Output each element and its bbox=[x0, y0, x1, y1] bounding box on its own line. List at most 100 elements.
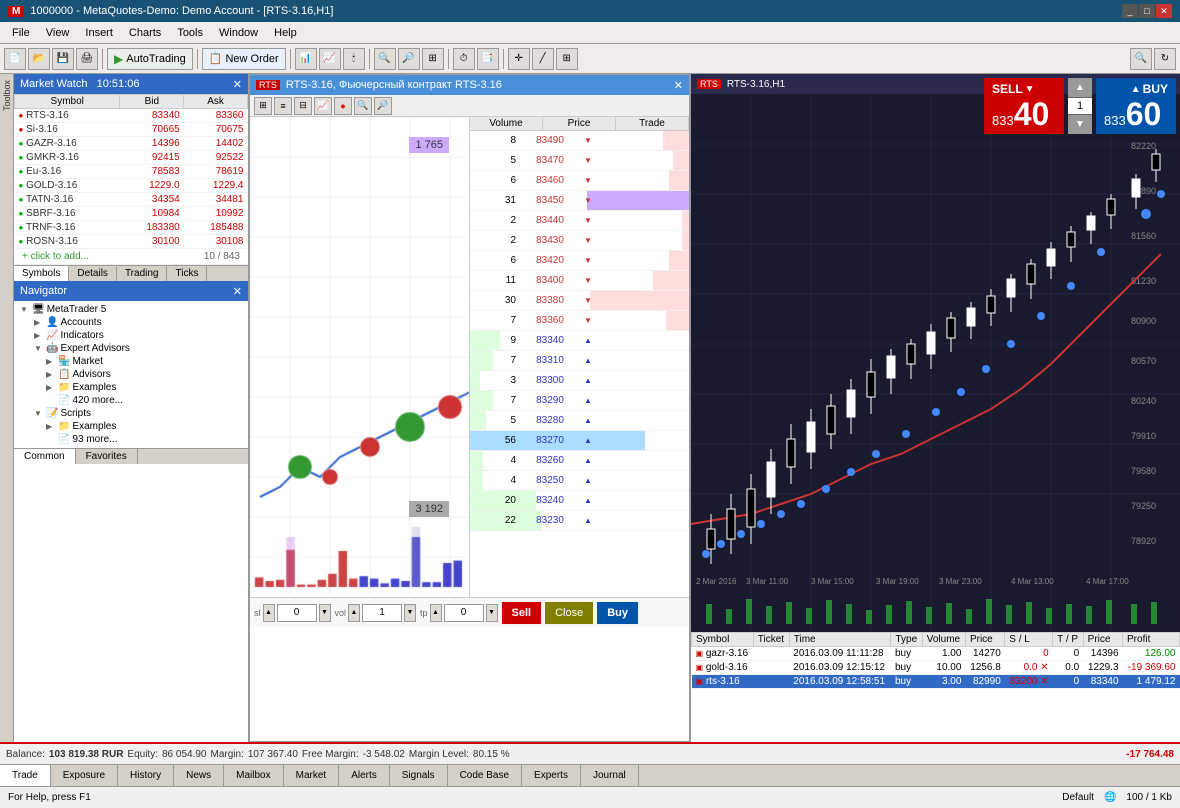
tab-history[interactable]: History bbox=[118, 765, 174, 786]
ob-row[interactable]: 2 83430 ▼ bbox=[470, 231, 689, 251]
trade-row[interactable]: ▣ gold-3.16 2016.03.09 12:15:12 buy 10.0… bbox=[692, 661, 1180, 675]
dom-btn-4[interactable]: 📈 bbox=[314, 97, 332, 115]
nav-item-expert-advisors[interactable]: ▼ 🤖 Expert Advisors bbox=[18, 342, 244, 355]
nav-item-scripts[interactable]: ▼ 📝 Scripts bbox=[18, 407, 244, 420]
mw-row[interactable]: ● TATN-3.16 34354 34481 bbox=[15, 193, 248, 207]
mw-row[interactable]: ● GOLD-3.16 1229.0 1229.4 bbox=[15, 179, 248, 193]
ob-arrow[interactable]: ▼ bbox=[580, 296, 596, 305]
window-controls[interactable]: _ □ ✕ bbox=[1122, 4, 1172, 18]
ob-arrow[interactable]: ▲ bbox=[580, 436, 596, 445]
chart-bar-btn[interactable]: 📊 bbox=[295, 48, 317, 70]
tab-codebase[interactable]: Code Base bbox=[448, 765, 522, 786]
dom-close[interactable]: ✕ bbox=[674, 79, 683, 92]
mw-tab-details[interactable]: Details bbox=[69, 266, 117, 281]
spin-down[interactable]: ▼ bbox=[1068, 114, 1092, 134]
ob-arrow[interactable]: ▲ bbox=[580, 476, 596, 485]
mw-row[interactable]: ● ROSN-3.16 30100 30108 bbox=[15, 235, 248, 249]
mw-row[interactable]: ● GMKR-3.16 92415 92522 bbox=[15, 151, 248, 165]
ob-row[interactable]: 5 83280 ▲ bbox=[470, 411, 689, 431]
sell-button[interactable]: Sell bbox=[502, 602, 542, 624]
tp-input[interactable] bbox=[444, 604, 484, 622]
dom-btn-2[interactable]: ≡ bbox=[274, 97, 292, 115]
chart-line-btn[interactable]: 📈 bbox=[319, 48, 341, 70]
mw-row[interactable]: ● TRNF-3.16 183380 185488 bbox=[15, 221, 248, 235]
nav-item-more-scripts[interactable]: 📄 93 more... bbox=[18, 433, 244, 446]
nav-item-indicators[interactable]: ▶ 📈 Indicators bbox=[18, 329, 244, 342]
ob-row[interactable]: 7 83310 ▲ bbox=[470, 351, 689, 371]
minimize-btn[interactable]: _ bbox=[1122, 4, 1138, 18]
menu-view[interactable]: View bbox=[38, 25, 78, 41]
ob-row[interactable]: 56 83270 ▲ bbox=[470, 431, 689, 451]
sell-block[interactable]: SELL ▼ 833 40 bbox=[984, 78, 1064, 134]
templates-btn[interactable]: 📑 bbox=[477, 48, 499, 70]
menu-window[interactable]: Window bbox=[211, 25, 266, 41]
toolbar-print[interactable]: 🖨 bbox=[76, 48, 98, 70]
tp-down[interactable]: ▲ bbox=[430, 604, 442, 622]
tab-experts[interactable]: Experts bbox=[522, 765, 581, 786]
period-btn[interactable]: ⏱ bbox=[453, 48, 475, 70]
mw-row[interactable]: ● Eu-3.16 78583 78619 bbox=[15, 165, 248, 179]
dom-btn-zoom-in[interactable]: 🔍 bbox=[354, 97, 372, 115]
menu-help[interactable]: Help bbox=[266, 25, 305, 41]
ob-arrow[interactable]: ▼ bbox=[580, 276, 596, 285]
dom-btn-1[interactable]: ⊞ bbox=[254, 97, 272, 115]
dom-btn-zoom-out[interactable]: 🔎 bbox=[374, 97, 392, 115]
ob-row[interactable]: 30 83380 ▼ bbox=[470, 291, 689, 311]
ob-row[interactable]: 6 83460 ▼ bbox=[470, 171, 689, 191]
mw-row[interactable]: ● SBRF-3.16 10984 10992 bbox=[15, 207, 248, 221]
mw-row[interactable]: ● RTS-3.16 83340 83360 bbox=[15, 109, 248, 123]
ob-arrow[interactable]: ▼ bbox=[580, 136, 596, 145]
trade-row[interactable]: ▣ rts-3.16 2016.03.09 12:58:51 buy 3.00 … bbox=[692, 675, 1180, 689]
nav-item-accounts[interactable]: ▶ 👤 Accounts bbox=[18, 316, 244, 329]
nav-item-more-ea[interactable]: 📄 420 more... bbox=[18, 394, 244, 407]
autotrading-button[interactable]: ▶ AutoTrading bbox=[107, 48, 193, 70]
fit-btn[interactable]: ⊞ bbox=[422, 48, 444, 70]
tab-mailbox[interactable]: Mailbox bbox=[224, 765, 283, 786]
mw-tab-symbols[interactable]: Symbols bbox=[14, 266, 69, 281]
ob-row[interactable]: 4 83260 ▲ bbox=[470, 451, 689, 471]
toolbar-open[interactable]: 📂 bbox=[28, 48, 50, 70]
close-position-button[interactable]: Close bbox=[545, 602, 593, 624]
ob-arrow[interactable]: ▼ bbox=[580, 216, 596, 225]
tab-journal[interactable]: Journal bbox=[581, 765, 639, 786]
search-btn[interactable]: 🔍 bbox=[1130, 48, 1152, 70]
zoom-out-btn[interactable]: 🔎 bbox=[398, 48, 420, 70]
trade-row[interactable]: ▣ gazr-3.16 2016.03.09 11:11:28 buy 1.00… bbox=[692, 647, 1180, 661]
ob-arrow[interactable]: ▼ bbox=[580, 196, 596, 205]
sell-spin-down[interactable]: ▼ bbox=[1025, 84, 1035, 95]
vol-up[interactable]: ▼ bbox=[404, 604, 416, 622]
ob-row[interactable]: 3 83300 ▲ bbox=[470, 371, 689, 391]
ob-row[interactable]: 7 83290 ▲ bbox=[470, 391, 689, 411]
tab-market[interactable]: Market bbox=[284, 765, 340, 786]
vol-input[interactable] bbox=[362, 604, 402, 622]
buy-spin-up[interactable]: ▲ bbox=[1131, 84, 1141, 95]
nav-item-examples-scripts[interactable]: ▶ 📁 Examples bbox=[18, 420, 244, 433]
crosshair-btn[interactable]: ✛ bbox=[508, 48, 530, 70]
tab-trade[interactable]: Trade bbox=[0, 765, 51, 786]
sl-down[interactable]: ▲ bbox=[263, 604, 275, 622]
tab-exposure[interactable]: Exposure bbox=[51, 765, 118, 786]
spin-up[interactable]: ▲ bbox=[1068, 78, 1092, 98]
menu-insert[interactable]: Insert bbox=[77, 25, 121, 41]
ob-arrow[interactable]: ▼ bbox=[580, 176, 596, 185]
ob-arrow[interactable]: ▼ bbox=[580, 316, 596, 325]
nav-item-market[interactable]: ▶ 🏪 Market bbox=[18, 355, 244, 368]
ob-arrow[interactable]: ▲ bbox=[580, 376, 596, 385]
sl-up[interactable]: ▼ bbox=[319, 604, 331, 622]
ob-arrow[interactable]: ▲ bbox=[580, 336, 596, 345]
tab-news[interactable]: News bbox=[174, 765, 224, 786]
ob-row[interactable]: 31 83450 ▼ bbox=[470, 191, 689, 211]
nav-item-examples-ea[interactable]: ▶ 📁 Examples bbox=[18, 381, 244, 394]
nav-tab-common[interactable]: Common bbox=[14, 449, 76, 464]
ob-row[interactable]: 6 83420 ▼ bbox=[470, 251, 689, 271]
maximize-btn[interactable]: □ bbox=[1139, 4, 1155, 18]
more-tools-btn[interactable]: ⊞ bbox=[556, 48, 578, 70]
menu-file[interactable]: File bbox=[4, 25, 38, 41]
new-order-button[interactable]: 📋 New Order bbox=[202, 48, 286, 70]
nav-tab-favorites[interactable]: Favorites bbox=[76, 449, 138, 464]
chart-candle-btn[interactable]: 🕯 bbox=[343, 48, 365, 70]
ob-arrow[interactable]: ▼ bbox=[580, 156, 596, 165]
tab-alerts[interactable]: Alerts bbox=[339, 765, 390, 786]
ob-row[interactable]: 2 83440 ▼ bbox=[470, 211, 689, 231]
menu-tools[interactable]: Tools bbox=[169, 25, 211, 41]
